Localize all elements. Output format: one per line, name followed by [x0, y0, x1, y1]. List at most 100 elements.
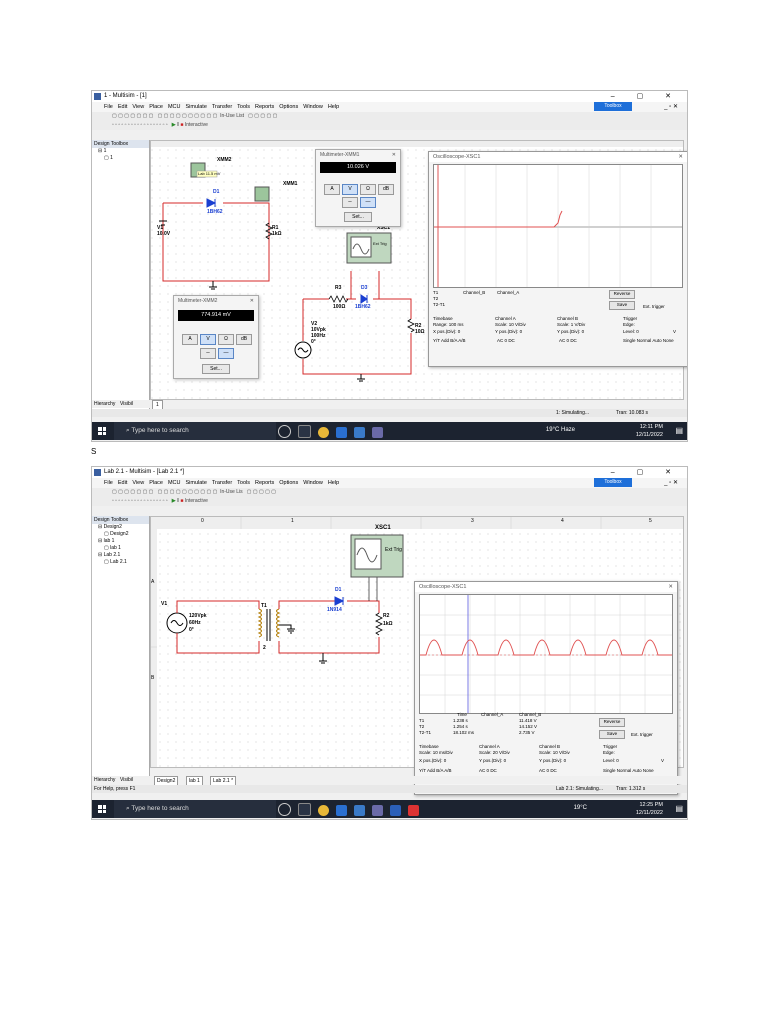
menu-place[interactable]: Place — [149, 104, 163, 110]
tree-item-sheet[interactable]: ▢ 1 — [92, 155, 149, 162]
db-button[interactable]: dB — [236, 334, 252, 345]
chrome-icon[interactable] — [318, 427, 329, 438]
menu-transfer[interactable]: Transfer — [212, 480, 232, 486]
menu-help[interactable]: Help — [328, 104, 339, 110]
channel-a-coupling[interactable]: AC 0 DC — [479, 768, 497, 774]
in-use-list[interactable]: In-Use Lis — [220, 489, 243, 495]
scope-mode-buttons[interactable]: Y/T Add B/A A/B — [433, 338, 466, 344]
trigger-level[interactable]: Level: 0 — [603, 758, 619, 764]
ohm-button[interactable]: Ω — [218, 334, 234, 345]
chrome-icon[interactable] — [318, 805, 329, 816]
menu-file[interactable]: File — [104, 480, 113, 486]
channel-b-scale[interactable]: Scale: 10 V/Div — [539, 750, 570, 756]
tree-item-root[interactable]: ⊟ 1 — [92, 148, 149, 155]
tree-item-lab1-sheet[interactable]: ▢ lab 1 — [92, 545, 149, 552]
mdi-controls[interactable]: _ ▫ ✕ — [664, 478, 678, 488]
trigger-mode-buttons[interactable]: Single Normal Auto None — [603, 768, 654, 774]
scope-mode-buttons[interactable]: Y/T Add B/A A/B — [419, 768, 452, 774]
store-icon[interactable] — [354, 427, 365, 438]
acrobat-icon[interactable] — [408, 805, 419, 816]
tree-item-design2-sheet[interactable]: ▢ Design2 — [92, 531, 149, 538]
oscilloscope-window[interactable]: Oscilloscope-XSC1 ✕ T1 T2 T2-T1 Time Chan… — [414, 581, 678, 795]
run-icon[interactable]: ▶ — [172, 122, 176, 128]
ac-mode-button[interactable]: ∼ — [200, 348, 216, 359]
notification-icon[interactable]: ▤ — [675, 804, 683, 813]
trigger-level[interactable]: Level: 0 — [623, 329, 639, 335]
channel-a-ypos[interactable]: Y pos.(Div): 0 — [495, 329, 522, 335]
task-view-icon[interactable] — [298, 803, 311, 816]
menu-transfer[interactable]: Transfer — [212, 104, 232, 110]
multisim-taskbar-icon[interactable] — [372, 805, 383, 816]
db-button[interactable]: dB — [378, 184, 394, 195]
menu-mcu[interactable]: MCU — [168, 480, 181, 486]
tree-item-lab1[interactable]: ⊟ lab 1 — [92, 538, 149, 545]
dc-mode-button[interactable]: — — [218, 348, 234, 359]
channel-b-coupling[interactable]: AC 0 DC — [559, 338, 577, 344]
ac-mode-button[interactable]: ∼ — [342, 197, 358, 208]
stop-icon[interactable]: ■ — [180, 122, 183, 128]
windows-start-icon[interactable] — [98, 427, 106, 435]
taskbar-search[interactable]: ⌕ Type here to search — [114, 800, 276, 818]
close-icon[interactable]: ✕ — [392, 150, 396, 160]
mdi-controls[interactable]: _ ▫ ✕ — [664, 102, 678, 112]
menu-options[interactable]: Options — [279, 104, 298, 110]
volt-button[interactable]: V — [342, 184, 358, 195]
menu-options[interactable]: Options — [279, 480, 298, 486]
trigger-edge[interactable]: Edge: — [623, 322, 635, 328]
weather-widget[interactable]: 19°C Haze — [546, 427, 575, 433]
multimeter-xmm2-window[interactable]: Multimeter-XMM2 ✕ 774.914 mV A V Ω dB ∼ —… — [173, 295, 259, 379]
tab-hierarchy[interactable]: Hierarchy — [94, 776, 115, 784]
menu-simulate[interactable]: Simulate — [185, 480, 206, 486]
window-controls[interactable]: – ▢ ✕ — [611, 91, 681, 102]
timebase-xpos[interactable]: X pos.(Div): 0 — [419, 758, 446, 764]
channel-a-scale[interactable]: Scale: 20 V/Div — [479, 750, 510, 756]
weather-widget[interactable]: 19°C — [574, 805, 587, 811]
timebase-scale[interactable]: Range: 100 ms — [433, 322, 464, 328]
menu-view[interactable]: View — [132, 104, 144, 110]
system-clock[interactable]: 12:11 PM 12/11/2022 — [636, 423, 663, 439]
menu-window[interactable]: Window — [303, 480, 323, 486]
set-button[interactable]: Set... — [202, 364, 230, 374]
close-icon[interactable]: ✕ — [250, 296, 254, 306]
trigger-mode-buttons[interactable]: Single Normal Auto None — [623, 338, 674, 344]
multisim-taskbar-icon[interactable] — [372, 427, 383, 438]
reverse-button[interactable]: Reverse — [609, 290, 635, 299]
tab-visibility[interactable]: Visibil — [120, 400, 133, 408]
trigger-edge[interactable]: Edge: — [603, 750, 615, 756]
windows-start-icon[interactable] — [98, 805, 106, 813]
stop-icon[interactable]: ■ — [180, 498, 183, 504]
close-icon[interactable]: ✕ — [668, 582, 673, 592]
menu-edit[interactable]: Edit — [118, 480, 127, 486]
timebase-scale[interactable]: Scale: 10 ms/Div — [419, 750, 453, 756]
volt-button[interactable]: V — [200, 334, 216, 345]
tree-item-lab21-sheet[interactable]: ▢ Lab 2.1 — [92, 559, 149, 566]
menu-help[interactable]: Help — [328, 480, 339, 486]
menu-tools[interactable]: Tools — [237, 104, 250, 110]
toolbox-button[interactable]: Toolbox — [594, 102, 632, 111]
tab-hierarchy[interactable]: Hierarchy — [94, 400, 115, 408]
toolbox-button[interactable]: Toolbox — [594, 478, 632, 487]
menu-place[interactable]: Place — [149, 480, 163, 486]
file-explorer-icon[interactable] — [336, 427, 347, 438]
multimeter-xmm1-window[interactable]: Multimeter-XMM1 ✕ 10.026 V A V Ω dB ∼ — S… — [315, 149, 401, 227]
window-controls[interactable]: – ▢ ✕ — [611, 467, 681, 478]
cortana-icon[interactable] — [278, 803, 291, 816]
channel-b-ypos[interactable]: Y pos.(Div): 0 — [539, 758, 566, 764]
channel-b-scale[interactable]: Scale: 1 V/Div — [557, 322, 585, 328]
menu-reports[interactable]: Reports — [255, 104, 274, 110]
store-icon[interactable] — [354, 805, 365, 816]
dc-mode-button[interactable]: — — [360, 197, 376, 208]
set-button[interactable]: Set... — [344, 212, 372, 222]
channel-b-coupling[interactable]: AC 0 DC — [539, 768, 557, 774]
amp-button[interactable]: A — [182, 334, 198, 345]
menu-simulate[interactable]: Simulate — [185, 104, 206, 110]
task-view-icon[interactable] — [298, 425, 311, 438]
channel-a-coupling[interactable]: AC 0 DC — [497, 338, 515, 344]
tree-item-design2[interactable]: ⊟ Design2 — [92, 524, 149, 531]
ohm-button[interactable]: Ω — [360, 184, 376, 195]
word-icon[interactable] — [390, 805, 401, 816]
menu-window[interactable]: Window — [303, 104, 323, 110]
menu-tools[interactable]: Tools — [237, 480, 250, 486]
channel-b-ypos[interactable]: Y pos.(Div): 0 — [557, 329, 584, 335]
system-clock[interactable]: 12:25 PM 12/11/2022 — [636, 801, 663, 817]
